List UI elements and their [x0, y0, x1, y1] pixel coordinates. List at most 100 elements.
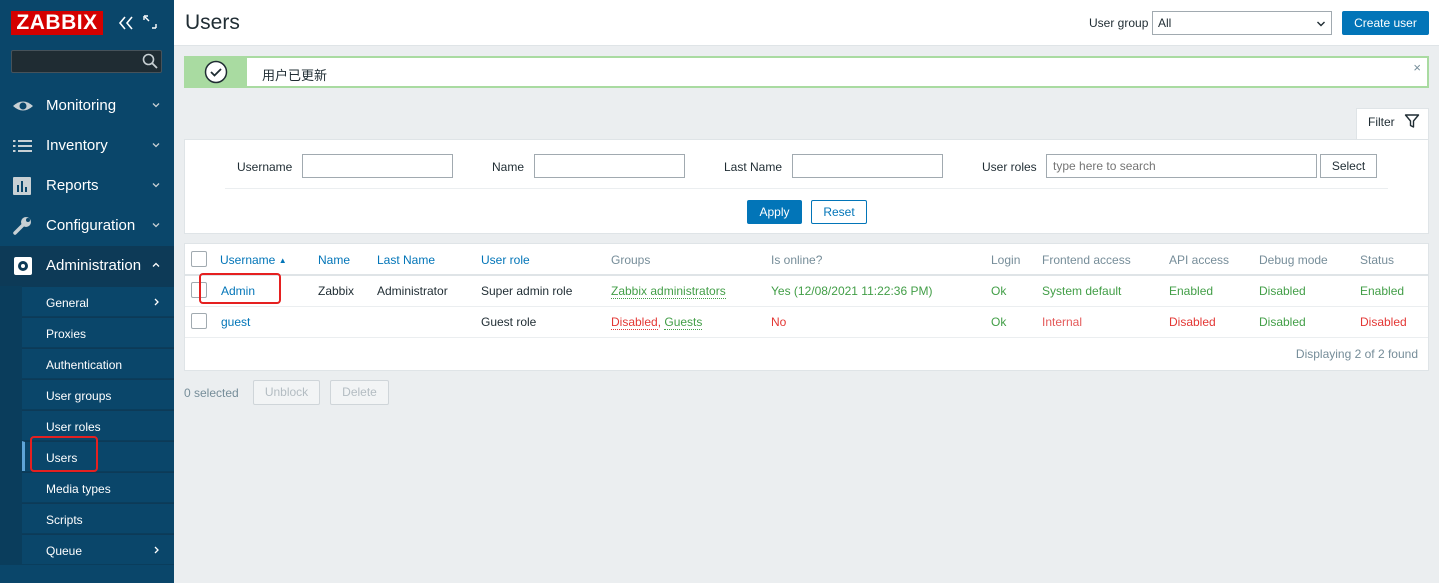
- submenu-authentication[interactable]: Authentication: [22, 348, 174, 378]
- api-access-link[interactable]: Enabled: [1169, 284, 1213, 298]
- status-link[interactable]: Disabled: [1360, 315, 1407, 329]
- menu-monitoring[interactable]: Monitoring: [0, 86, 174, 126]
- filter-tab-label: Filter: [1368, 115, 1395, 129]
- cell-role: Guest role: [481, 315, 537, 329]
- menu-label: Inventory: [46, 137, 108, 154]
- eye-icon: [12, 96, 34, 116]
- api-access-link[interactable]: Disabled: [1169, 315, 1216, 329]
- submenu-media-types[interactable]: Media types: [22, 472, 174, 502]
- submenu-general[interactable]: General: [22, 286, 174, 316]
- chevron-down-icon: [150, 219, 162, 231]
- frontend-access-link[interactable]: Internal: [1042, 315, 1082, 329]
- submenu-proxies[interactable]: Proxies: [22, 317, 174, 347]
- status-link[interactable]: Enabled: [1360, 284, 1404, 298]
- chevron-down-icon: [150, 139, 162, 151]
- chevron-right-icon: [152, 296, 162, 308]
- menu-configuration[interactable]: Configuration: [0, 206, 174, 246]
- filter-roles-label: User roles: [982, 160, 1037, 174]
- filter-roles-input[interactable]: [1046, 154, 1317, 178]
- unblock-button[interactable]: Unblock: [253, 380, 320, 405]
- user-group-label: User group: [1089, 16, 1149, 30]
- submenu-user-groups[interactable]: User groups: [22, 379, 174, 409]
- cell-groups: Disabled, Guests: [611, 315, 703, 330]
- cell-online: Yes (12/08/2021 11:22:36 PM): [771, 284, 933, 298]
- row-divider: [185, 306, 1428, 307]
- bar-chart-icon: [12, 176, 34, 196]
- header-user-role[interactable]: User role: [481, 253, 530, 267]
- reset-button[interactable]: Reset: [811, 200, 867, 224]
- create-user-button[interactable]: Create user: [1342, 11, 1429, 35]
- submenu-label: User roles: [46, 420, 101, 434]
- submenu-label: General: [46, 296, 89, 310]
- page-header: Users User group All Create user: [174, 0, 1439, 46]
- username-link[interactable]: guest: [221, 315, 250, 329]
- menu-reports[interactable]: Reports: [0, 166, 174, 206]
- submenu-label: Media types: [46, 482, 111, 496]
- submenu-scripts[interactable]: Scripts: [22, 503, 174, 533]
- collapse-sidebar-icon[interactable]: [117, 13, 135, 33]
- group-link[interactable]: Disabled: [611, 315, 658, 330]
- filter-name-input[interactable]: [534, 154, 685, 178]
- gear-icon: [12, 256, 34, 276]
- cell-online: No: [771, 315, 787, 329]
- submenu-label: Queue: [46, 544, 83, 558]
- row-checkbox[interactable]: [191, 313, 207, 329]
- header-lastname[interactable]: Last Name: [377, 253, 435, 267]
- submenu-label: Authentication: [46, 358, 123, 372]
- users-table: Username ▲ Name Last Name User role Grou…: [184, 243, 1429, 371]
- wrench-icon: [12, 216, 34, 236]
- menu-inventory[interactable]: Inventory: [0, 126, 174, 166]
- user-group-value: All: [1158, 16, 1172, 30]
- header-status: Status: [1360, 253, 1395, 267]
- cell-login: Ok: [991, 284, 1007, 298]
- header-debug: Debug mode: [1259, 253, 1328, 267]
- chevron-down-icon: [1316, 18, 1326, 28]
- zabbix-logo[interactable]: ZABBIX: [11, 11, 103, 35]
- filter-username-label: Username: [237, 160, 293, 174]
- select-all-checkbox[interactable]: [191, 251, 207, 267]
- submenu-queue[interactable]: Queue: [22, 534, 174, 564]
- filter-lastname-input[interactable]: [792, 154, 943, 178]
- submenu-label: User groups: [46, 389, 112, 403]
- filter-username-input[interactable]: [302, 154, 453, 178]
- group-link[interactable]: Zabbix administrators: [611, 284, 726, 299]
- logo-row: ZABBIX: [0, 0, 174, 46]
- header-login: Login: [991, 253, 1021, 267]
- chevron-right-icon: [152, 544, 162, 556]
- select-roles-button[interactable]: Select: [1320, 154, 1377, 178]
- filter-name-label: Name: [492, 160, 525, 174]
- chevron-down-icon: [150, 99, 162, 111]
- user-group-select[interactable]: All: [1152, 11, 1332, 35]
- submenu-label: Proxies: [46, 327, 87, 341]
- table-footer-count: Displaying 2 of 2 found: [1295, 347, 1418, 361]
- group-link[interactable]: Guests: [664, 315, 703, 330]
- menu-administration[interactable]: Administration: [0, 246, 174, 286]
- apply-button[interactable]: Apply: [747, 200, 802, 224]
- page-title: Users: [185, 11, 240, 34]
- annotation-box-admin: [199, 273, 281, 304]
- kiosk-mode-icon[interactable]: [143, 15, 157, 29]
- row-divider: [185, 337, 1428, 338]
- search-icon[interactable]: [142, 53, 158, 69]
- menu-label: Configuration: [46, 217, 136, 234]
- cell-name: Zabbix: [318, 284, 355, 298]
- filter-lastname-label: Last Name: [724, 160, 783, 174]
- delete-button[interactable]: Delete: [330, 380, 389, 405]
- filter-tab[interactable]: Filter: [1356, 108, 1429, 140]
- cell-role: Super admin role: [481, 284, 573, 298]
- header-username-label: Username: [220, 253, 276, 267]
- sort-ascending-icon: ▲: [278, 256, 287, 265]
- debug-mode-link[interactable]: Disabled: [1259, 284, 1306, 298]
- sidebar-bottom: [0, 565, 174, 583]
- header-name[interactable]: Name: [318, 253, 350, 267]
- header-api: API access: [1169, 253, 1230, 267]
- submenu-label: Scripts: [46, 513, 83, 527]
- close-icon[interactable]: ×: [1413, 60, 1421, 75]
- header-frontend: Frontend access: [1042, 253, 1131, 267]
- header-divider: [185, 274, 1428, 276]
- frontend-access-link[interactable]: System default: [1042, 284, 1121, 298]
- header-username[interactable]: Username ▲: [220, 253, 287, 267]
- header-online: Is online?: [771, 253, 823, 267]
- sidebar-search-input[interactable]: [11, 50, 162, 73]
- debug-mode-link[interactable]: Disabled: [1259, 315, 1306, 329]
